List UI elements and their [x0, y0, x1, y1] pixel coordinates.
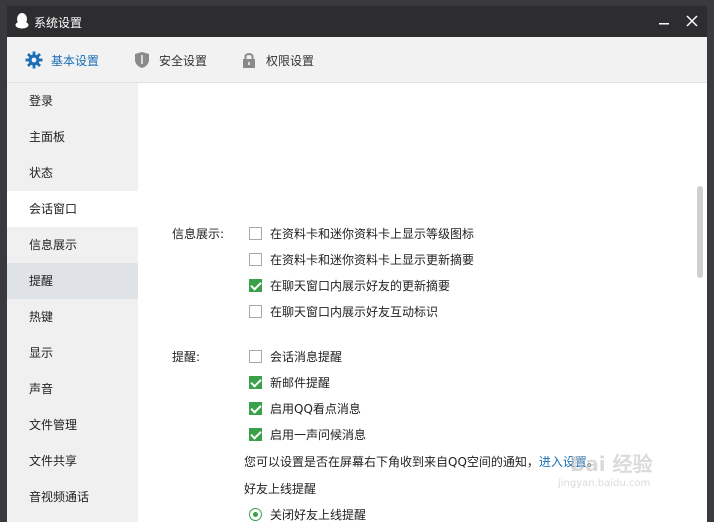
checkbox-checked[interactable] — [249, 401, 262, 415]
title-bar: 系统设置 — [7, 6, 707, 37]
window-title: 系统设置 — [34, 16, 83, 30]
sidebar-item-file-sharing[interactable]: 文件共享 — [7, 443, 138, 479]
sidebar-item-info-display[interactable]: 信息展示 — [7, 227, 138, 263]
checkbox[interactable] — [249, 349, 262, 363]
show-level-icon-option[interactable]: 在资料卡和迷你资料卡上显示等级图标 — [249, 225, 474, 241]
disable-online-reminder-option[interactable]: 关闭好友上线提醒 — [249, 506, 366, 522]
sidebar-item-av-call[interactable]: 音视频通话 — [7, 479, 138, 515]
reminder-label: 提醒: — [172, 350, 201, 364]
checkbox-checked[interactable] — [249, 375, 262, 389]
checkbox[interactable] — [249, 226, 262, 240]
radio-selected[interactable] — [249, 507, 262, 521]
watermark-url: jingyan.baidu.com — [558, 478, 651, 489]
sidebar-item-display[interactable]: 显示 — [7, 335, 138, 371]
tab-basic-settings[interactable]: 基本设置 — [25, 37, 99, 83]
close-button[interactable] — [683, 12, 701, 30]
friend-online-heading: 好友上线提醒 — [244, 482, 317, 496]
tab-permission-settings[interactable]: 权限设置 — [240, 37, 314, 83]
qzone-notice: 您可以设置是否在屏幕右下角收到来自QQ空间的通知，进入设置。 — [244, 453, 599, 470]
settings-tabs: 基本设置 安全设置 权限设置 — [7, 37, 707, 83]
info-display-label: 信息展示: — [172, 227, 225, 241]
sidebar-item-login[interactable]: 登录 — [7, 83, 138, 119]
sidebar-item-hotkeys[interactable]: 热键 — [7, 299, 138, 335]
sidebar-item-sound[interactable]: 声音 — [7, 371, 138, 407]
checkbox-checked[interactable] — [249, 427, 262, 441]
qq-penguin-icon — [15, 13, 29, 29]
show-update-summary-option[interactable]: 在资料卡和迷你资料卡上显示更新摘要 — [249, 251, 474, 267]
message-reminder-option[interactable]: 会话消息提醒 — [249, 348, 342, 364]
tab-label: 基本设置 — [51, 53, 100, 68]
qzone-notice-text: 您可以设置是否在屏幕右下角收到来自QQ空间的通知， — [244, 455, 539, 469]
lock-icon — [240, 51, 258, 69]
checkbox[interactable] — [249, 304, 262, 318]
chat-interaction-mark-option[interactable]: 在聊天窗口内展示好友互动标识 — [249, 303, 438, 319]
tab-label: 权限设置 — [266, 53, 315, 68]
chat-update-summary-option[interactable]: 在聊天窗口内展示好友的更新摘要 — [249, 277, 450, 293]
sidebar-item-main-panel[interactable]: 主面板 — [7, 119, 138, 155]
gear-icon — [25, 51, 43, 69]
sidebar-item-status[interactable]: 状态 — [7, 155, 138, 191]
minimize-button[interactable] — [655, 12, 673, 30]
sidebar-item-file-management[interactable]: 文件管理 — [7, 407, 138, 443]
greeting-message-option[interactable]: 启用一声问候消息 — [249, 426, 366, 442]
watermark-logo: Bai 经验 — [570, 452, 653, 476]
sidebar-item-chat-window[interactable]: 会话窗口 — [7, 191, 138, 227]
checkbox[interactable] — [249, 252, 262, 266]
tab-security-settings[interactable]: 安全设置 — [133, 37, 207, 83]
tab-label: 安全设置 — [159, 53, 208, 68]
checkbox-checked[interactable] — [249, 278, 262, 292]
settings-sidebar: 登录 主面板 状态 会话窗口 信息展示 提醒 热键 显示 声音 文件管理 文件共… — [7, 83, 138, 522]
baidu-jingyan-watermark: Bai 经验 jingyan.baidu.com — [552, 446, 702, 496]
new-mail-reminder-option[interactable]: 新邮件提醒 — [249, 374, 330, 390]
qq-kandian-option[interactable]: 启用QQ看点消息 — [249, 400, 361, 416]
settings-window: 系统设置 基本设置 安全设置 权限设置 登录 主面板 状态 会话窗口 信息展示 … — [7, 6, 707, 522]
sidebar-item-reminder[interactable]: 提醒 — [7, 263, 138, 299]
content-scrollbar[interactable] — [697, 186, 703, 278]
shield-icon — [133, 51, 151, 69]
